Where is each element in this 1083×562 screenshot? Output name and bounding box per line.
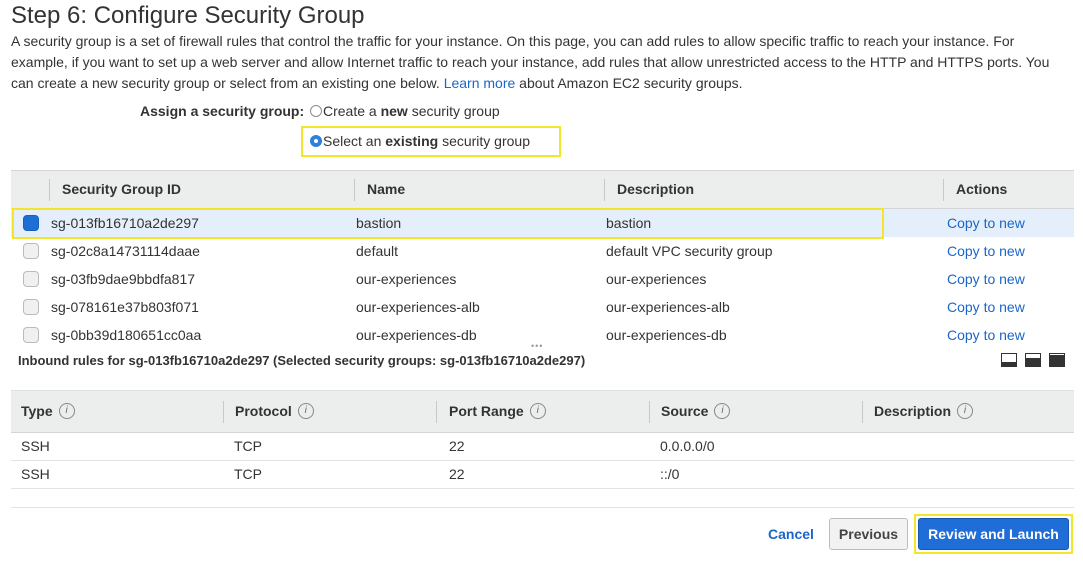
col-protocol-label: Protocol [235,403,292,419]
security-group-table-header: Security Group ID Name Description Actio… [11,171,1074,209]
assign-security-group-label: Assign a security group: [140,103,305,119]
panel-maximize-icon[interactable] [1049,353,1065,367]
radio-select-existing-prefix: Select an [323,133,382,149]
col-source: Source i [661,391,731,432]
col-description: Description i [874,391,974,432]
col-description[interactable]: Description [617,171,694,208]
info-icon[interactable]: i [529,403,546,420]
radio-create-new-bold: new [380,103,408,119]
radio-create-new[interactable]: Create a new security group [310,103,500,119]
security-group-row[interactable]: sg-0bb39d180651cc0aa our-experiences-db … [11,321,1074,343]
sg-id: sg-03fb9dae9bbdfa817 [51,271,196,287]
sg-id: sg-078161e37b803f071 [51,299,199,315]
radio-create-new-prefix: Create a [323,103,377,119]
copy-to-new-link[interactable]: Copy to new [947,237,1025,265]
intro-paragraph: A security group is a set of firewall ru… [11,31,1073,94]
sg-id: sg-02c8a14731114daae [51,243,200,259]
rule-port-range: 22 [449,438,465,454]
security-group-row[interactable]: sg-03fb9dae9bbdfa817 our-experiences our… [11,265,1074,293]
panel-half-icon[interactable] [1025,353,1041,367]
col-port-range: Port Range i [449,391,546,432]
sg-name: our-experiences [356,271,457,287]
rule-source: ::/0 [660,466,680,482]
security-group-row[interactable]: sg-02c8a14731114daae default default VPC… [11,237,1074,265]
row-checkbox[interactable] [23,243,39,259]
sg-name: default [356,243,399,259]
intro-suffix: about Amazon EC2 security groups. [519,75,743,91]
security-group-row[interactable]: sg-078161e37b803f071 our-experiences-alb… [11,293,1074,321]
radio-select-existing-bold: existing [385,133,439,149]
radio-select-existing[interactable]: Select an existing security group [310,133,530,149]
column-separator [354,179,355,201]
column-separator [436,401,437,423]
sg-name: our-experiences-alb [356,299,480,315]
info-icon[interactable]: i [297,403,314,420]
inbound-rule-row: SSH TCP 22 0.0.0.0/0 [11,433,1074,461]
col-protocol: Protocol i [235,391,314,432]
inbound-rule-row: SSH TCP 22 ::/0 [11,461,1074,489]
security-group-table: Security Group ID Name Description Actio… [11,170,1074,343]
info-icon[interactable]: i [957,403,974,420]
col-description-label: Description [874,403,952,419]
inbound-rules-header: Type i Protocol i Port Range i Source i Desc… [11,390,1074,433]
radio-create-new-button[interactable] [310,105,322,117]
panel-minimize-icon[interactable] [1001,353,1017,367]
rule-protocol: TCP [234,466,262,482]
copy-to-new-link[interactable]: Copy to new [947,293,1025,321]
sg-id: sg-0bb39d180651cc0aa [51,327,202,343]
resize-handle-icon[interactable]: ••• [531,341,543,351]
col-type-label: Type [21,403,53,419]
column-separator [862,401,863,423]
col-source-label: Source [661,403,709,419]
column-separator [649,401,650,423]
row-checkbox[interactable] [23,299,39,315]
row-checkbox[interactable] [23,271,39,287]
footer-divider [11,507,1074,508]
radio-create-new-suffix: security group [411,103,500,119]
cancel-button[interactable]: Cancel [768,526,814,542]
previous-button[interactable]: Previous [829,518,908,550]
col-security-group-id[interactable]: Security Group ID [62,171,181,208]
rule-type: SSH [21,438,50,454]
rule-source: 0.0.0.0/0 [660,438,715,454]
learn-more-link[interactable]: Learn more [444,75,516,91]
column-separator [604,179,605,201]
inbound-rules-table: Type i Protocol i Port Range i Source i Desc… [11,390,1074,489]
copy-to-new-link[interactable]: Copy to new [947,321,1025,343]
sg-description: default VPC security group [606,243,773,259]
copy-to-new-link[interactable]: Copy to new [947,265,1025,293]
sg-description: our-experiences [606,271,707,287]
inbound-rules-title: Inbound rules for sg-013fb16710a2de297 (… [18,353,586,368]
review-and-launch-button[interactable]: Review and Launch [918,518,1069,550]
rule-protocol: TCP [234,438,262,454]
col-type: Type i [21,391,75,432]
column-separator [943,179,944,201]
col-actions: Actions [956,181,1008,197]
radio-select-existing-button[interactable] [310,135,322,147]
column-separator [223,401,224,423]
info-icon[interactable]: i [58,403,75,420]
rule-port-range: 22 [449,466,465,482]
panel-view-toggles [1001,353,1065,367]
selected-row-highlight [12,208,884,239]
rule-type: SSH [21,466,50,482]
sg-description: our-experiences-db [606,327,727,343]
radio-select-existing-suffix: security group [442,133,530,149]
info-icon[interactable]: i [714,403,731,420]
col-port-range-label: Port Range [449,403,524,419]
col-name[interactable]: Name [367,171,405,208]
page-title: Step 6: Configure Security Group [11,2,365,29]
sg-description: our-experiences-alb [606,299,730,315]
sg-name: our-experiences-db [356,327,477,343]
column-separator [49,179,50,201]
row-checkbox[interactable] [23,327,39,343]
copy-to-new-link[interactable]: Copy to new [947,209,1025,237]
